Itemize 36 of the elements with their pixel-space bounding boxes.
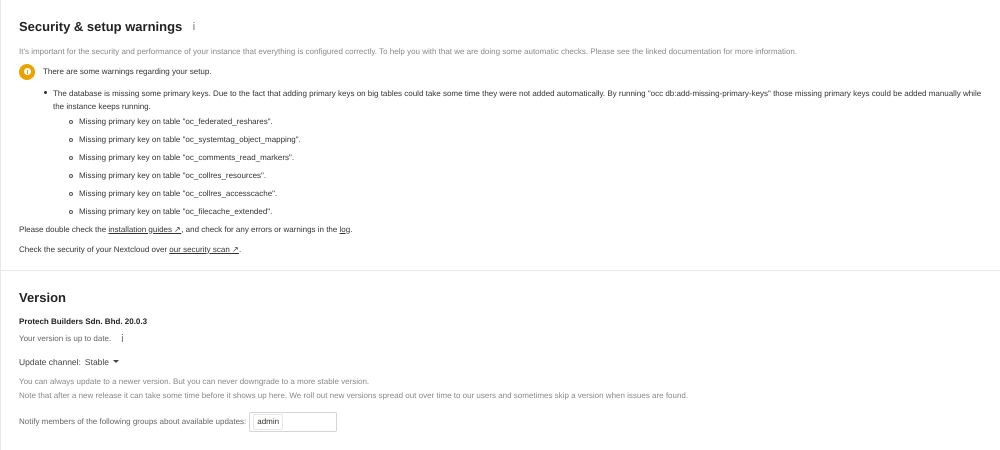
missing-key-text: Missing primary key on table "oc_comments_read_markers". <box>79 152 294 164</box>
bullet-icon <box>69 120 73 124</box>
bullet-icon <box>44 90 47 94</box>
note-text: Note that after a new release it can take some time before it shows up here. We roll out new versions spread out over time to our users and sometimes skip a version when issues are found. <box>19 390 690 402</box>
missing-key-text: Missing primary key on table "oc_collres_accesscache". <box>79 188 278 200</box>
notify-label: Notify members of the following groups about available updates: <box>19 416 246 428</box>
bullet-icon <box>69 174 73 178</box>
warning-text: There are some warnings regarding your setup. <box>43 66 212 78</box>
channel-label: Update channel: <box>19 356 81 368</box>
issue-text: The database is missing some primary keys. Due to the fact that adding primary keys on big tables could take some time they were not added automatically. By running "occ db:add-missing-primary-keys" those missing primary keys could be added manually while the instance keeps running. <box>53 88 982 112</box>
missing-key-text: Missing primary key on table "oc_federated_reshares". <box>79 116 273 128</box>
note-text: You can always update to a newer version. But you can never downgrade to a more stable version. <box>19 376 370 388</box>
missing-key-text: Missing primary key on table "oc_systemtag_object_mapping". <box>79 134 301 146</box>
doc-link[interactable]: installation guides ↗ <box>108 224 182 234</box>
note-text: Please double check the installation guides ↗, and check for any errors or warnings in the log. <box>19 224 354 236</box>
doc-link[interactable]: log <box>340 224 350 234</box>
groups-field[interactable]: admin <box>249 412 338 432</box>
intro-text: It's important for the security and performance of your instance that everything is configured correctly. To help you with that we are doing some automatic checks. Please see the linked documentation for more information. <box>19 46 798 58</box>
section-title: Security & setup warnings <box>19 18 182 36</box>
channel-dropdown[interactable]: Stable <box>84 356 120 368</box>
missing-key-text: Missing primary key on table "oc_filecache_extended". <box>79 206 272 218</box>
info-icon[interactable]: ℹ <box>192 18 196 35</box>
missing-key-text: Missing primary key on table "oc_collres_resources". <box>79 170 266 182</box>
info-icon[interactable]: ℹ <box>121 331 124 348</box>
bullet-icon <box>69 156 73 160</box>
note-text: Check the security of your Nextcloud over our security scan ↗. <box>19 244 242 256</box>
bullet-icon <box>69 138 73 142</box>
caret-icon <box>113 360 120 364</box>
warning-icon <box>19 64 35 80</box>
doc-link[interactable]: our security scan ↗ <box>169 244 239 254</box>
section-title: Version <box>19 288 67 306</box>
product-version: Protech Builders Sdn. Bhd. 20.0.3 <box>19 316 148 328</box>
bullet-icon <box>69 192 73 196</box>
group-tag[interactable]: admin <box>253 414 284 430</box>
bullet-icon <box>69 210 73 214</box>
status-text: Your version is up to date. <box>19 333 112 346</box>
